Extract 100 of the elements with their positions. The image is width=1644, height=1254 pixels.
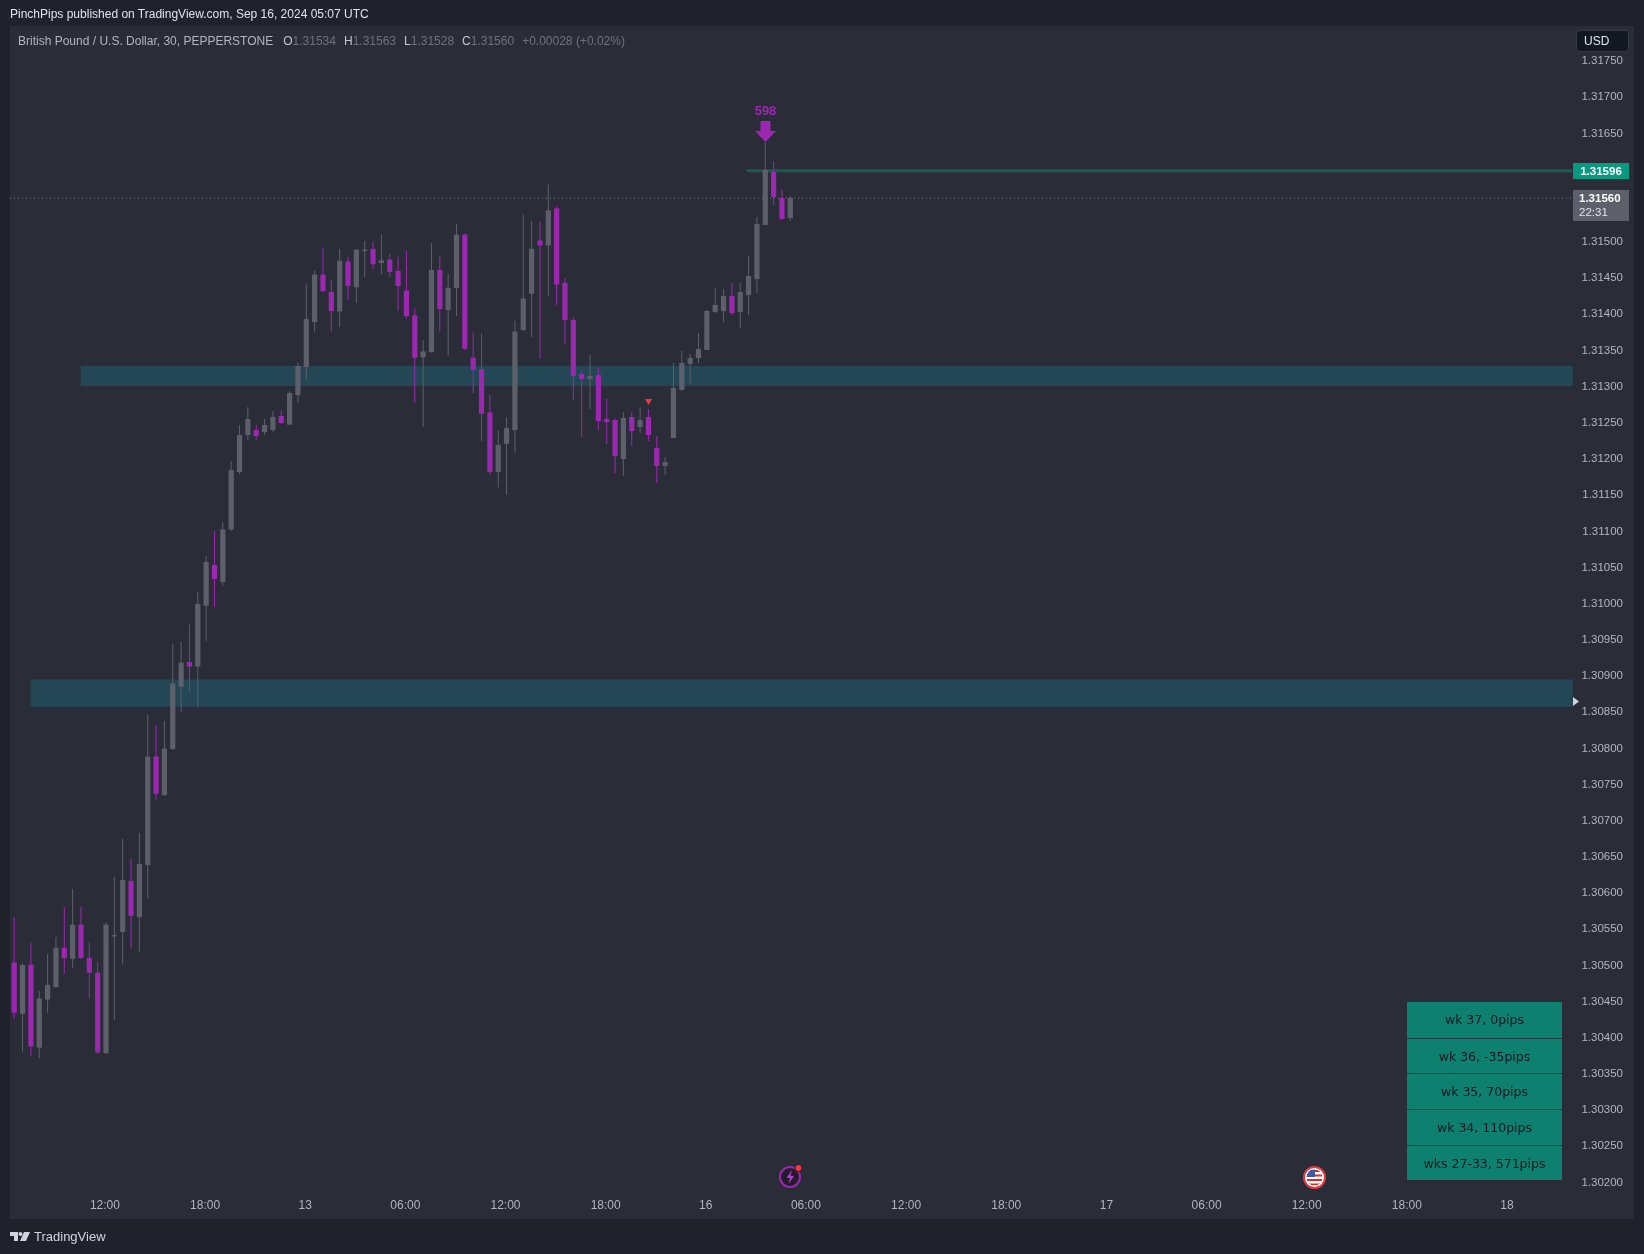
time-label: 13 — [298, 1198, 312, 1212]
weekly-pips-cell: wk 34, 110pips — [1407, 1109, 1562, 1145]
falling-candle — [61, 906, 67, 974]
time-label: 18:00 — [1391, 1198, 1422, 1212]
countdown-timer: 22:31 — [1579, 206, 1609, 219]
price-label: 1.30650 — [1581, 850, 1623, 863]
price-label: 1.31700 — [1581, 90, 1623, 103]
time-label: 18:00 — [190, 1198, 221, 1212]
falling-candle — [612, 417, 618, 474]
currency-button[interactable]: USD — [1576, 30, 1629, 52]
weekly-pips-cell: wk 36, -35pips — [1407, 1037, 1562, 1074]
rising-candle — [737, 282, 743, 329]
price-label: 1.30300 — [1581, 1103, 1623, 1116]
flag-icon[interactable] — [1303, 1166, 1327, 1189]
weekly-pips-cell: wks 27-33, 571pips — [1407, 1144, 1562, 1181]
falling-candle — [186, 624, 193, 692]
symbol-title: British Pound / U.S. Dollar, 30, PEPPERSTONE — [18, 34, 274, 48]
falling-candle — [470, 331, 476, 394]
falling-candle — [345, 256, 351, 301]
price-label: 1.30400 — [1581, 1030, 1623, 1043]
rising-candle — [312, 270, 318, 332]
rising-candle — [787, 195, 793, 222]
price-label: 1.30700 — [1581, 813, 1623, 826]
ohlc-label: L — [404, 34, 411, 48]
falling-candle — [654, 435, 660, 484]
change-value: +0.00028 (+0.02%) — [522, 34, 625, 48]
price-label: 1.31400 — [1581, 307, 1623, 320]
price-label: 1.30800 — [1581, 741, 1623, 754]
falling-candle — [595, 367, 601, 431]
falling-candle — [253, 424, 259, 441]
price-label: 1.30600 — [1581, 886, 1623, 899]
rising-candle — [220, 521, 226, 587]
price-label: 1.30850 — [1581, 705, 1623, 718]
time-label: 18 — [1500, 1198, 1514, 1212]
brand-name: TradingView — [34, 1229, 106, 1244]
publish-info: PinchPips published on TradingView.com, Sep 16, 2024 05:07 UTC — [10, 7, 369, 21]
rising-candle — [45, 953, 51, 1014]
ohlc-label: C — [462, 34, 471, 48]
price-label: 1.31350 — [1581, 343, 1623, 356]
price-label: 1.31750 — [1581, 54, 1623, 67]
ohlc-value: 1.31528 — [410, 34, 455, 48]
rising-candle — [53, 936, 59, 989]
falling-candle — [645, 408, 652, 442]
falling-candle — [395, 256, 401, 311]
falling-candle — [78, 906, 84, 960]
price-label: 1.31500 — [1581, 235, 1623, 248]
time-label: 12:00 — [490, 1198, 521, 1212]
price-label: 1.30350 — [1581, 1067, 1623, 1080]
time-label: 16 — [699, 1198, 713, 1212]
price-label: 1.30450 — [1581, 994, 1623, 1007]
falling-candle — [729, 282, 735, 316]
price-label: 1.30250 — [1581, 1139, 1623, 1152]
time-label: 18:00 — [590, 1198, 621, 1212]
rising-candle — [679, 350, 685, 392]
price-label: 1.30500 — [1581, 958, 1623, 971]
falling-candle — [403, 250, 410, 320]
down-triangle-icon — [644, 398, 652, 405]
rising-candle — [236, 424, 243, 475]
logo-icon — [10, 1232, 30, 1241]
rising-candle — [712, 287, 718, 314]
ohlc-value: 1.31534 — [292, 34, 336, 48]
rising-candle — [587, 354, 593, 410]
time-label: 17 — [1099, 1198, 1114, 1212]
rising-candle — [746, 255, 752, 316]
falling-candle — [629, 411, 635, 447]
rising-candle — [295, 362, 301, 404]
price-label: 1.31300 — [1581, 379, 1623, 392]
price-label: 1.30750 — [1581, 777, 1623, 790]
rising-candle — [637, 406, 643, 434]
rising-candle — [695, 332, 702, 364]
price-label: 1.30900 — [1581, 669, 1623, 682]
rising-candle — [353, 248, 359, 304]
weekly-pips-cell: wk 37, 0pips — [1407, 1002, 1562, 1038]
falling-candle — [779, 188, 785, 221]
price-label: 1.31650 — [1581, 126, 1623, 139]
weekly-pips-cell: wk 35, 70pips — [1407, 1073, 1562, 1110]
rising-candle — [620, 411, 626, 477]
time-label: 06:00 — [1191, 1198, 1222, 1212]
falling-candle — [370, 241, 376, 270]
rising-candle — [378, 234, 384, 276]
down-arrow-icon — [755, 121, 776, 142]
rising-candle — [687, 353, 693, 384]
lightning-icon[interactable] — [778, 1162, 804, 1188]
falling-candle — [328, 279, 334, 332]
rising-candle — [720, 288, 727, 323]
price-label: 1.30200 — [1581, 1175, 1623, 1188]
falling-candle — [771, 160, 777, 206]
ohlc-label: O — [283, 34, 293, 48]
time-label: 12:00 — [1291, 1198, 1322, 1212]
falling-candle — [278, 409, 284, 425]
rising-candle — [362, 240, 368, 278]
price-label: 1.31200 — [1581, 452, 1623, 465]
price-label: 1.30950 — [1581, 633, 1623, 645]
price-label: 1.31250 — [1581, 416, 1623, 428]
price-label: 1.31000 — [1581, 596, 1623, 609]
rising-candle — [495, 429, 501, 488]
time-label: 06:00 — [390, 1198, 421, 1212]
rising-candle — [36, 990, 42, 1059]
time-label: 18:00 — [991, 1198, 1022, 1212]
rising-candle — [704, 309, 710, 351]
